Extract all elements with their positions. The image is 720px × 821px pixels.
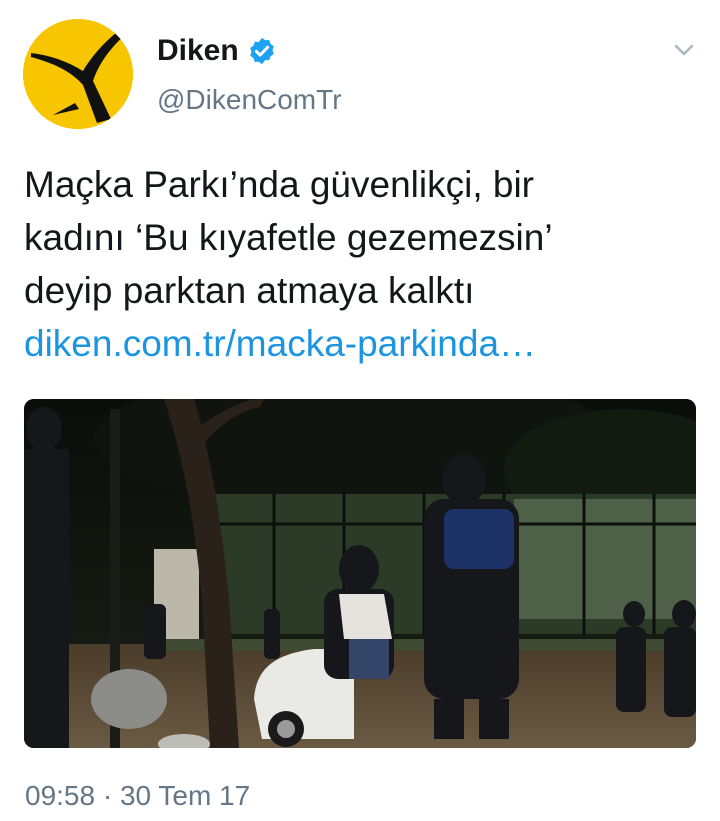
avatar[interactable] (23, 19, 133, 129)
tweet-text: Maçka Parkı’nda güvenlikçi, bir kadını ‘… (24, 158, 696, 370)
user-handle[interactable]: @DikenComTr (157, 84, 342, 116)
display-name[interactable]: Diken (157, 34, 239, 68)
verified-badge-icon (247, 36, 277, 66)
tweet-text-line: kadını ‘Bu kıyafetle gezemezsin’ (24, 217, 553, 258)
chevron-down-icon[interactable] (672, 38, 696, 62)
tweet-media-image[interactable] (24, 399, 696, 748)
name-row: Diken (157, 34, 277, 68)
diken-logo-icon (23, 19, 133, 129)
tweet-text-line: deyip parktan atmaya kalktı (24, 270, 475, 311)
tweet-text-line: Maçka Parkı’nda güvenlikçi, bir (24, 164, 534, 205)
tweet-link[interactable]: diken.com.tr/macka-parkinda… (24, 317, 696, 370)
tweet-timestamp[interactable]: 09:58 · 30 Tem 17 (25, 780, 250, 812)
